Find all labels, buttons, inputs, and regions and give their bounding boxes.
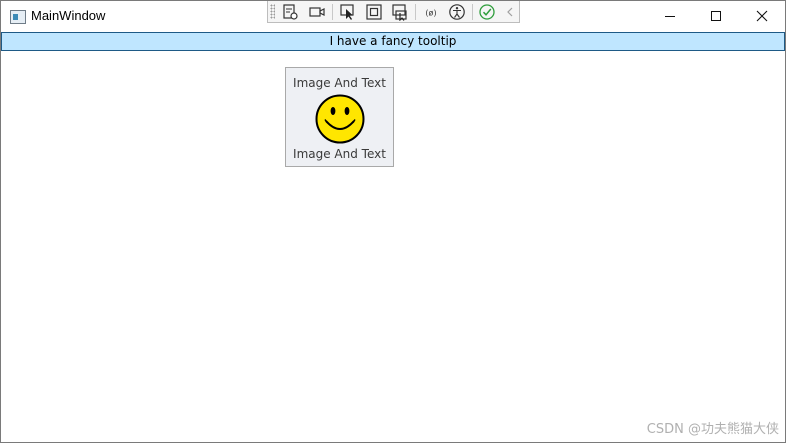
minimize-button[interactable]	[647, 1, 693, 31]
live-visual-tree-icon[interactable]	[281, 3, 299, 21]
accessibility-icon[interactable]	[448, 3, 466, 21]
svg-text:(ø): (ø)	[425, 9, 436, 18]
minimize-icon	[664, 10, 676, 22]
watermark: CSDN @功夫熊猫大侠	[646, 422, 779, 437]
image-and-text-button[interactable]: Image And Text Image And Text	[285, 67, 394, 167]
debug-toolbar: (ø)	[267, 1, 520, 23]
check-icon[interactable]	[478, 3, 496, 21]
select-element-icon[interactable]	[339, 3, 357, 21]
maximize-icon	[710, 10, 722, 22]
maximize-button[interactable]	[693, 1, 739, 31]
toolbar-grip[interactable]	[270, 4, 275, 19]
close-icon	[756, 10, 768, 22]
smiley-face-icon	[315, 94, 365, 144]
title-bar[interactable]: MainWindow (ø)	[1, 1, 785, 31]
main-window: MainWindow (ø) I have a fancy tooltip Im…	[0, 0, 786, 443]
track-focused-element-icon[interactable]	[391, 3, 409, 21]
close-button[interactable]	[739, 1, 785, 31]
app-icon	[10, 10, 26, 24]
collapse-icon[interactable]	[503, 3, 521, 21]
record-icon[interactable]	[308, 3, 326, 21]
button-bottom-text: Image And Text	[293, 147, 386, 161]
button-top-text: Image And Text	[293, 76, 386, 90]
tooltip-bar: I have a fancy tooltip	[1, 32, 785, 51]
binding-failures-icon[interactable]: (ø)	[422, 3, 440, 21]
window-title: MainWindow	[31, 8, 106, 23]
display-layout-adorners-icon[interactable]	[365, 3, 383, 21]
